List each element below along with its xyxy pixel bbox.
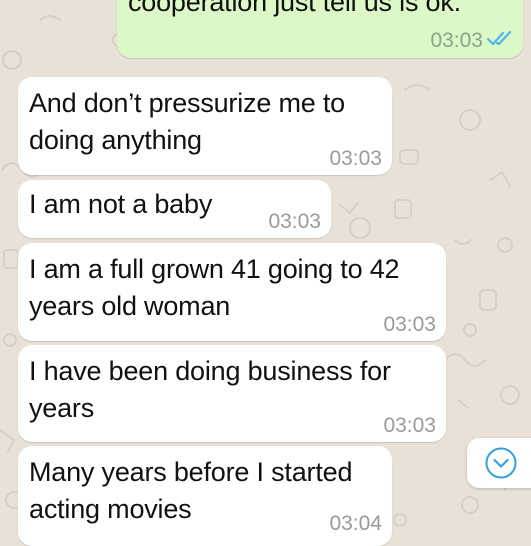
incoming-message-bubble[interactable]: I am a full grown 41 going to 42 years o…: [18, 243, 446, 341]
incoming-message-bubble[interactable]: I have been doing business for years 03:…: [18, 345, 446, 442]
incoming-message-bubble[interactable]: And don’t pressurize me to doing anythin…: [18, 77, 392, 175]
incoming-message-bubble[interactable]: Many years before I started acting movie…: [18, 446, 392, 546]
message-time: 03:04: [329, 512, 382, 535]
message-time: 03:03: [268, 210, 321, 233]
message-time: 03:03: [329, 147, 382, 170]
message-text-line: I am a full grown 41 going to 42: [29, 254, 400, 284]
chat-message-list[interactable]: cooperation just tell us is ok. 03:03 An…: [0, 0, 531, 546]
message-text-line: years old woman: [29, 291, 231, 321]
message-time: 03:03: [383, 313, 436, 336]
message-text-line: I have been doing business for: [29, 356, 391, 386]
outgoing-message-bubble[interactable]: cooperation just tell us is ok. 03:03: [117, 0, 523, 58]
chevron-down-circle-icon: [485, 447, 517, 479]
message-time: 03:03: [430, 28, 483, 52]
message-time: 03:03: [383, 414, 436, 437]
message-text-line: years: [29, 393, 95, 423]
message-text-line: doing anything: [29, 125, 202, 155]
scroll-to-bottom-button[interactable]: [467, 438, 531, 488]
message-text-line: Many years before I started: [29, 457, 353, 487]
message-meta: 03:03: [430, 29, 513, 53]
message-text-line: And don’t pressurize me to: [29, 88, 345, 118]
read-double-tick-icon: [486, 29, 513, 53]
incoming-message-bubble[interactable]: I am not a baby 03:03: [18, 180, 331, 238]
message-text: cooperation just tell us is ok.: [128, 0, 461, 17]
message-text-line: acting movies: [29, 494, 192, 524]
